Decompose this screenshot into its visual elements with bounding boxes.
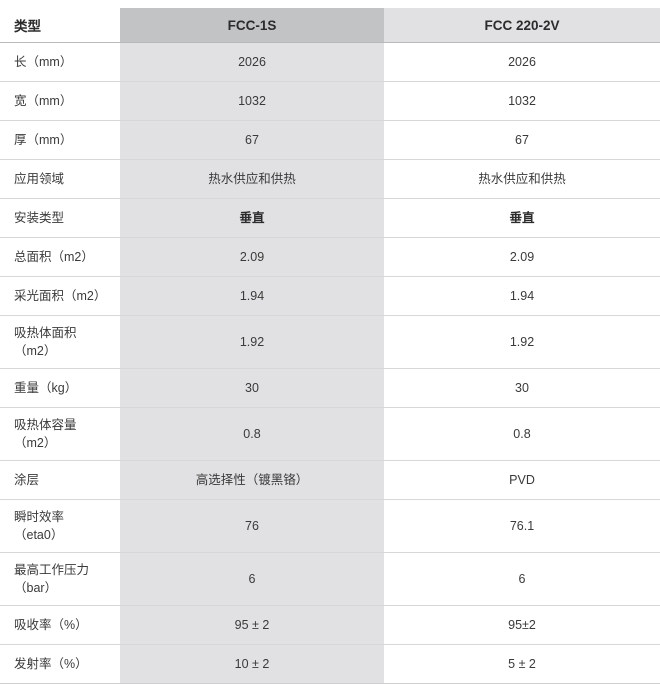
cell-fcc-1s: 垂直 (120, 198, 384, 238)
cell-fcc-220-2v: 垂直 (384, 198, 660, 238)
cell-fcc-220-2v: 0.8 (384, 407, 660, 461)
row-label-cell: 安装类型 (0, 198, 120, 238)
cell-fcc-1s: 30 (120, 368, 384, 408)
cell-fcc-1s: 6 (120, 552, 384, 606)
row-label-cell: 宽（mm） (0, 81, 120, 121)
column-header-fcc-220-2v: FCC 220-2V (384, 8, 660, 43)
table-row: 厚（mm） 67 67 (0, 120, 660, 160)
row-label-text: 瞬时效率 (14, 509, 65, 524)
table-header-row: 类型 FCC-1S FCC 220-2V (0, 8, 660, 43)
row-label-text: 吸热体面积 (14, 325, 77, 340)
cell-fcc-220-2v: 1.94 (384, 276, 660, 316)
cell-fcc-220-2v: 6 (384, 552, 660, 606)
row-label-cell: 总面积（m2） (0, 237, 120, 277)
cell-fcc-1s: 95 ± 2 (120, 605, 384, 645)
table-row: 吸收率（%） 95 ± 2 95±2 (0, 605, 660, 645)
row-label-cell: 瞬时效率 （eta0） (0, 499, 120, 553)
cell-fcc-1s: 1.92 (120, 315, 384, 369)
table-body: 长（mm） 2026 2026 宽（mm） 1032 1032 厚（mm） 67 67 应用领域 热… (0, 42, 660, 684)
cell-fcc-1s: 76 (120, 499, 384, 553)
row-label-cell: 厚（mm） (0, 120, 120, 160)
row-label-cell: 应用领域 (0, 159, 120, 199)
row-label-text: 吸收率（%） (14, 617, 88, 632)
cell-fcc-1s: 10 ± 2 (120, 644, 384, 684)
cell-fcc-1s: 1032 (120, 81, 384, 121)
table-row: 应用领域 热水供应和供热 热水供应和供热 (0, 159, 660, 199)
row-label-text: 长（mm） (14, 54, 73, 69)
row-label-cell: 吸热体面积 （m2） (0, 315, 120, 369)
table-row: 涂层 高选择性（镀黑铬） PVD (0, 460, 660, 500)
table-row: 最高工作压力 （bar） 6 6 (0, 552, 660, 606)
cell-fcc-1s: 0.8 (120, 407, 384, 461)
table-row: 总面积（m2） 2.09 2.09 (0, 237, 660, 277)
row-label-cell: 涂层 (0, 460, 120, 500)
row-label-cell: 发射率（%） (0, 644, 120, 684)
table-row: 吸热体容量 （m2） 0.8 0.8 (0, 407, 660, 461)
row-label-text: 宽（mm） (14, 93, 73, 108)
row-label-cell: 吸热体容量 （m2） (0, 407, 120, 461)
table-row: 采光面积（m2） 1.94 1.94 (0, 276, 660, 316)
row-label-cell: 最高工作压力 （bar） (0, 552, 120, 606)
spec-table-container: 类型 FCC-1S FCC 220-2V 长（mm） 2026 2026 宽（mm） 1… (0, 0, 660, 684)
table-row: 瞬时效率 （eta0） 76 76.1 (0, 499, 660, 553)
cell-fcc-220-2v: 1.92 (384, 315, 660, 369)
cell-fcc-220-2v: 热水供应和供热 (384, 159, 660, 199)
cell-fcc-1s: 2.09 (120, 237, 384, 277)
row-label-text: 厚（mm） (14, 132, 73, 147)
table-row: 宽（mm） 1032 1032 (0, 81, 660, 121)
row-label-text: 涂层 (14, 472, 40, 487)
row-label-cell: 长（mm） (0, 42, 120, 82)
cell-fcc-220-2v: 30 (384, 368, 660, 408)
row-label-text: 发射率（%） (14, 656, 88, 671)
row-label-cell: 重量（kg） (0, 368, 120, 408)
column-header-type: 类型 (0, 8, 120, 43)
table-row: 长（mm） 2026 2026 (0, 42, 660, 82)
row-label-unit-text: （bar） (14, 581, 58, 595)
row-label-unit-text: （m2） (14, 344, 57, 358)
cell-fcc-1s: 2026 (120, 42, 384, 82)
table-header: 类型 FCC-1S FCC 220-2V (0, 8, 660, 43)
cell-fcc-220-2v: 5 ± 2 (384, 644, 660, 684)
row-label-text: 总面积（m2） (14, 249, 94, 264)
cell-fcc-1s: 67 (120, 120, 384, 160)
cell-fcc-220-2v: 67 (384, 120, 660, 160)
table-row: 重量（kg） 30 30 (0, 368, 660, 408)
cell-fcc-220-2v: 95±2 (384, 605, 660, 645)
table-row: 发射率（%） 10 ± 25 ± 2 (0, 644, 660, 684)
cell-fcc-220-2v: 2026 (384, 42, 660, 82)
cell-fcc-220-2v: 2.09 (384, 237, 660, 277)
cell-fcc-220-2v: 76.1 (384, 499, 660, 553)
row-label-text: 最高工作压力 (14, 562, 90, 577)
table-row: 吸热体面积 （m2） 1.92 1.92 (0, 315, 660, 369)
row-label-cell: 采光面积（m2） (0, 276, 120, 316)
cell-fcc-220-2v: 1032 (384, 81, 660, 121)
row-label-unit-text: （eta0） (14, 528, 64, 542)
row-label-unit-text: （m2） (14, 436, 57, 450)
row-label-text: 采光面积（m2） (14, 288, 107, 303)
row-label-text: 吸热体容量 (14, 417, 77, 432)
cell-fcc-1s: 高选择性（镀黑铬） (120, 460, 384, 500)
row-label-cell: 吸收率（%） (0, 605, 120, 645)
cell-fcc-220-2v: PVD (384, 460, 660, 500)
table-row: 安装类型 垂直 垂直 (0, 198, 660, 238)
specification-comparison-table: 类型 FCC-1S FCC 220-2V 长（mm） 2026 2026 宽（mm） 1… (0, 8, 660, 684)
row-label-text: 应用领域 (14, 171, 65, 186)
row-label-text: 安装类型 (14, 210, 65, 225)
cell-fcc-1s: 1.94 (120, 276, 384, 316)
cell-fcc-1s: 热水供应和供热 (120, 159, 384, 199)
row-label-text: 重量（kg） (14, 380, 78, 395)
column-header-fcc-1s: FCC-1S (120, 8, 384, 43)
